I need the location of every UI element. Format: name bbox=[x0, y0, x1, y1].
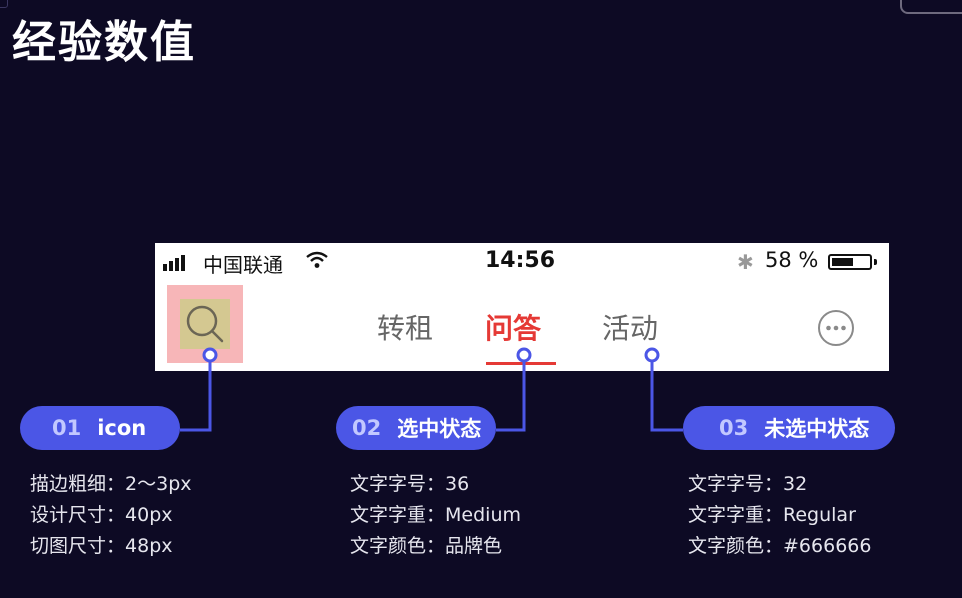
connector-dot-1 bbox=[202, 347, 218, 363]
connector-dot-3 bbox=[644, 347, 660, 363]
callout-pill-selected: 02 选中状态 bbox=[336, 406, 496, 450]
spec-row: 文字颜色：品牌色 bbox=[350, 531, 521, 562]
spec-key: 文字字号： bbox=[350, 473, 446, 495]
spec-row: 切图尺寸：48px bbox=[30, 531, 192, 562]
spec-list-unselected: 文字字号：32 文字字重：Regular 文字颜色：#666666 bbox=[688, 469, 871, 562]
connector-line-2 bbox=[496, 362, 526, 432]
spec-value: Regular bbox=[783, 504, 856, 526]
callout-number: 03 bbox=[719, 416, 749, 440]
spec-row: 文字字号：36 bbox=[350, 469, 521, 500]
spec-row: 文字字号：32 bbox=[688, 469, 871, 500]
spec-key: 文字颜色： bbox=[350, 535, 446, 557]
spec-row: 设计尺寸：40px bbox=[30, 500, 192, 531]
connector-line-3 bbox=[650, 362, 683, 432]
callout-number: 02 bbox=[352, 416, 382, 440]
callout-pill-icon: 01 icon bbox=[20, 406, 180, 450]
spec-value: 品牌色 bbox=[445, 535, 503, 557]
spec-value: #666666 bbox=[783, 535, 872, 557]
spec-row: 文字字重：Regular bbox=[688, 500, 871, 531]
spec-row: 文字字重：Medium bbox=[350, 500, 521, 531]
connector-dot-2 bbox=[516, 347, 532, 363]
callout-number: 01 bbox=[52, 416, 82, 440]
spec-key: 文字字重： bbox=[688, 504, 784, 526]
callout-label: 未选中状态 bbox=[764, 417, 870, 441]
spec-value: 40px bbox=[125, 504, 173, 526]
spec-key: 文字字重： bbox=[350, 504, 446, 526]
spec-row: 描边粗细：2～3px bbox=[30, 469, 192, 500]
spec-value: 2～3px bbox=[125, 473, 192, 495]
spec-key: 切图尺寸： bbox=[30, 535, 126, 557]
spec-key: 文字颜色： bbox=[688, 535, 784, 557]
spec-list-icon: 描边粗细：2～3px 设计尺寸：40px 切图尺寸：48px bbox=[30, 469, 192, 562]
callout-label: 选中状态 bbox=[397, 417, 482, 441]
spec-key: 设计尺寸： bbox=[30, 504, 126, 526]
callout-label: icon bbox=[97, 416, 147, 440]
spec-value: 32 bbox=[783, 473, 808, 495]
spec-list-selected: 文字字号：36 文字字重：Medium 文字颜色：品牌色 bbox=[350, 469, 521, 562]
spec-value: Medium bbox=[445, 504, 521, 526]
spec-row: 文字颜色：#666666 bbox=[688, 531, 871, 562]
spec-value: 48px bbox=[125, 535, 173, 557]
spec-key: 描边粗细： bbox=[30, 473, 126, 495]
connector-line-1 bbox=[180, 362, 212, 432]
spec-value: 36 bbox=[445, 473, 470, 495]
spec-key: 文字字号： bbox=[688, 473, 784, 495]
callout-pill-unselected: 03 未选中状态 bbox=[683, 406, 895, 450]
